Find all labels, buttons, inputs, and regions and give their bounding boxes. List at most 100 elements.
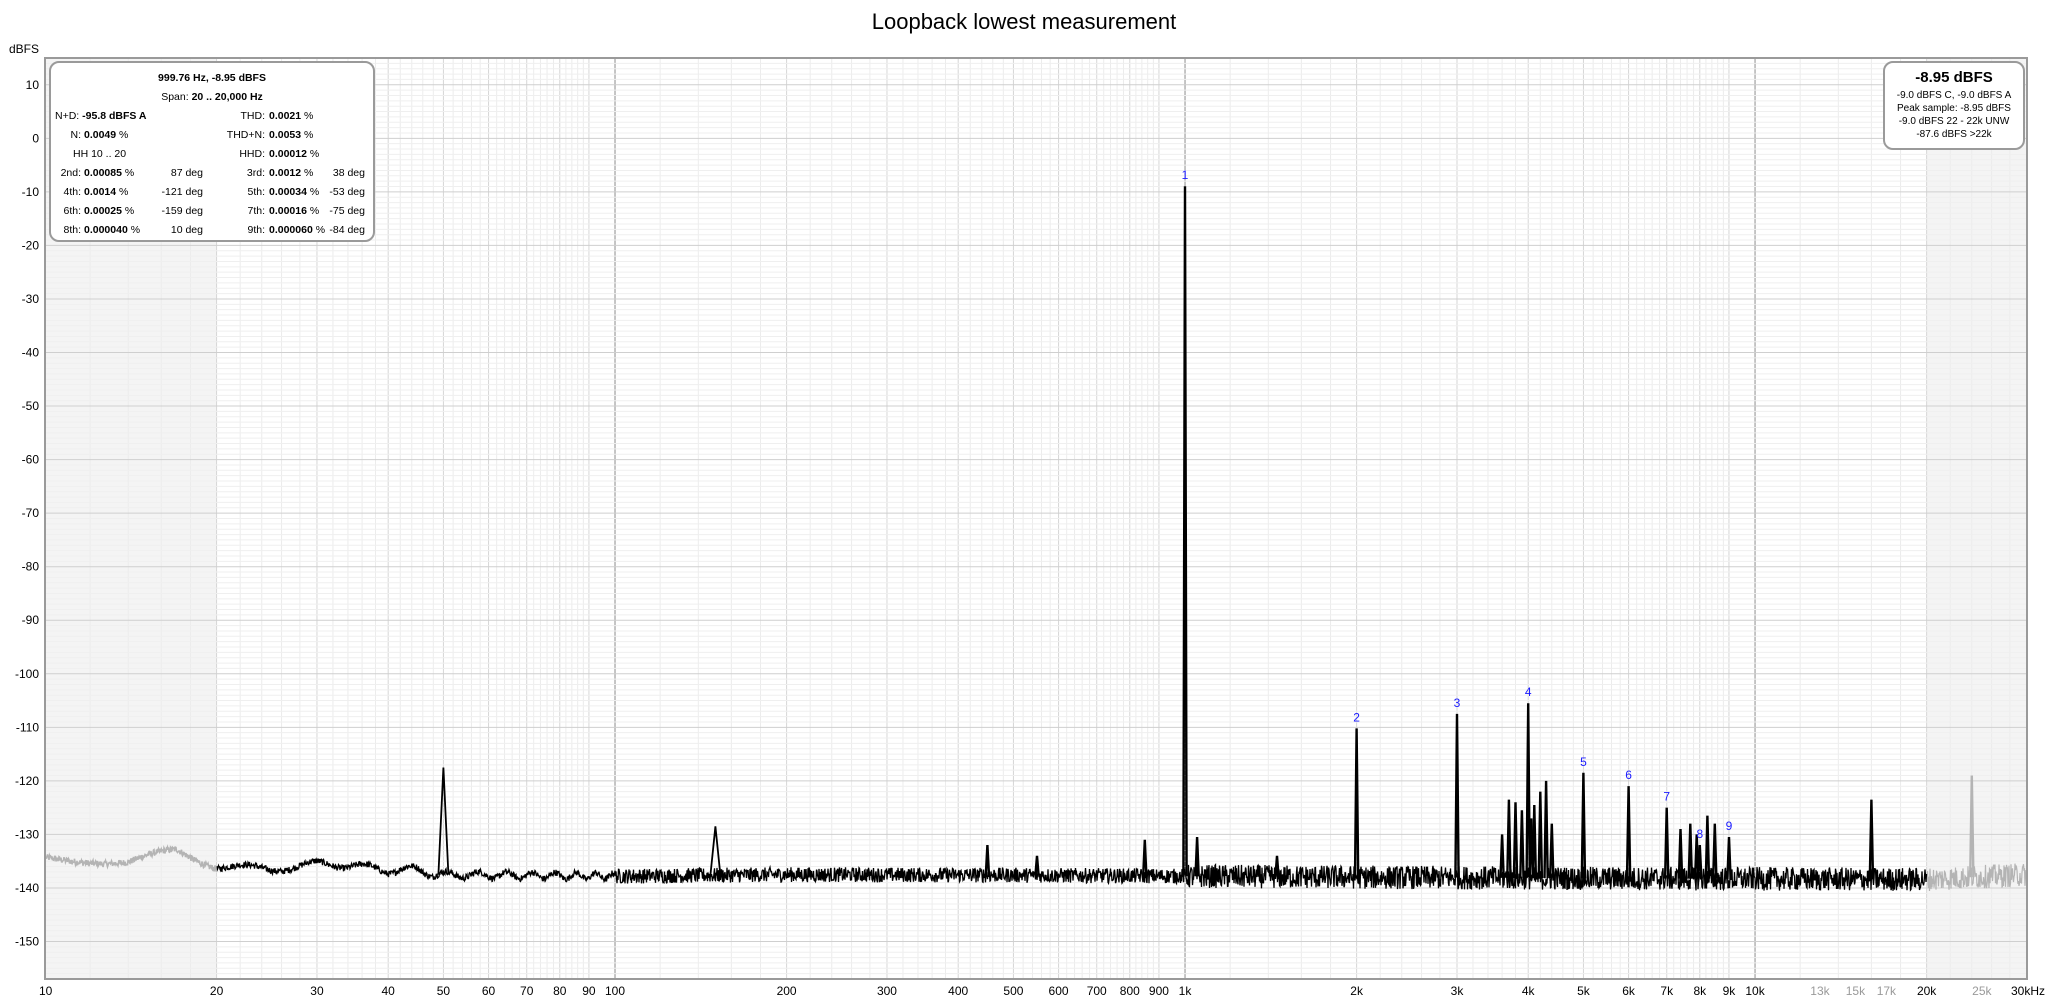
harmonic-marker-label: 6 [1625,768,1632,782]
harmonic-value: 0.0012 [269,167,302,179]
harmonic-unit: % [304,167,314,179]
x-tick-label: 400 [948,984,968,998]
hhd-unit: % [309,148,320,160]
x-tick-label: 600 [1049,984,1069,998]
x-tick-label: 60 [482,984,496,998]
spectrum-peak [1142,839,1148,876]
span-value: 20 .. 20,000 Hz [191,91,263,103]
x-tick-label: 200 [777,984,797,998]
harmonic-marker-label: 5 [1580,755,1587,769]
harmonic-label: 4th: [63,186,81,198]
spectrum-trace [216,857,1928,892]
harmonic-marker-label: 1 [1182,168,1189,182]
x-tick-label: 5k [1577,984,1591,998]
y-tick-label: -10 [22,185,40,199]
x-tick-label: 13k [1810,984,1830,998]
thd-label: THD: [240,110,266,122]
harmonic-value: 0.00034 [269,186,307,198]
harmonic-marker-label: 4 [1525,685,1532,699]
harmonic-phase: -121 deg [161,186,203,198]
harmonic-value: 0.00085 [84,167,122,179]
harmonic-value: 0.000060 [269,224,313,236]
y-tick-label: -110 [16,720,39,734]
harmonic-marker-label: 2 [1353,710,1360,724]
y-tick-label: -60 [22,453,40,467]
spectrum-peak [1531,804,1538,879]
n-value: 0.0049 [84,129,117,141]
x-tick-label: 6k [1622,984,1636,998]
y-tick-label: -70 [22,506,40,520]
harmonic-unit: % [119,186,129,198]
x-tick-label: 70 [520,984,534,998]
harmonic-phase: -53 deg [329,186,365,198]
harmonic-phase: 38 deg [332,167,365,179]
y-tick-label: -20 [22,238,40,252]
y-tick-label: -50 [22,399,40,413]
x-tick-label: 7k [1660,984,1674,998]
hhd-label: HHD: [239,148,265,160]
x-tick-label: 700 [1087,984,1107,998]
thd-value: 0.0021 [269,110,302,122]
harmonic-phase: -159 deg [161,205,203,217]
x-tick-label: 900 [1149,984,1169,998]
x-tick-label: 300 [877,984,897,998]
fundamental-readout: 999.76 Hz, -8.95 dBFS [158,72,266,84]
y-tick-label: -100 [15,667,39,681]
harmonic-label: 3rd: [246,167,265,179]
harmonic-label: 6th: [63,205,81,217]
harmonic-label: 7th: [247,205,265,217]
thd-unit: % [304,110,314,122]
y-axis-unit-label: dBFS [9,42,39,56]
x-tick-label: 4k [1522,984,1536,998]
y-tick-label: -120 [15,774,39,788]
peak-sample-level: Peak sample: -8.95 dBFS [1897,103,2011,114]
y-tick-label: -80 [22,560,40,574]
harmonic-label: 5th: [247,186,265,198]
spectrum-peak [1712,823,1718,879]
x-tick-label: 500 [1003,984,1023,998]
x-tick-label: 15k [1846,984,1866,998]
harmonic-marker-label: 8 [1696,827,1703,841]
y-tick-label: -40 [22,346,40,360]
harmonic-marker-label: 9 [1726,819,1733,833]
peak-above-22k-level: -87.6 dBFS >22k [1916,129,1992,140]
y-tick-label: -30 [22,292,40,306]
y-tick-label: 0 [32,131,39,145]
thdn-label: THD+N: [226,129,265,141]
x-tick-label: 30kHz [2011,984,2045,998]
y-tick-label: 10 [26,78,40,92]
x-tick-label: 10k [1745,984,1765,998]
level-readout-box: -8.95 dBFS -9.0 dBFS C, -9.0 dBFS A Peak… [1883,61,2025,150]
x-tick-label: 100 [605,984,625,998]
hh-label: HH 10 .. 20 [73,148,127,160]
y-tick-label: -130 [15,827,39,841]
n-label: N: [70,129,82,141]
harmonic-unit: % [124,205,135,217]
y-tick-label: -90 [22,613,40,627]
peak-level-main: -8.95 dBFS [1915,69,1993,86]
harmonic-label: 2nd: [60,167,81,179]
x-tick-label: 50 [437,984,451,998]
harmonic-value: 0.00025 [84,205,122,217]
x-tick-label: 9k [1723,984,1737,998]
spectrum-peak [1704,815,1711,879]
x-tick-label: 8k [1693,984,1707,998]
harmonic-phase: -75 deg [329,205,365,217]
distortion-stats-box: 999.76 Hz, -8.95 dBFS Span: 20 .. 20,000… [49,61,375,242]
x-tick-label: 800 [1120,984,1140,998]
harmonic-marker-label: 3 [1454,696,1461,710]
nd-value: -95.8 dBFS A [82,110,147,122]
harmonic-phase: 10 deg [170,224,203,236]
harmonic-unit: % [124,167,135,179]
x-tick-label: 3k [1451,984,1465,998]
thdn-value: 0.0053 [269,129,302,141]
harmonic-phase: -84 deg [329,224,365,236]
harmonic-label: 9th: [247,224,265,236]
y-tick-label: -150 [15,935,39,949]
x-tick-label: 2k [1350,984,1364,998]
x-tick-label: 1k [1179,984,1193,998]
x-tick-label: 80 [553,984,567,998]
thdn-unit: % [304,129,314,141]
harmonic-unit: % [130,224,141,236]
x-tick-label: 30 [310,984,324,998]
